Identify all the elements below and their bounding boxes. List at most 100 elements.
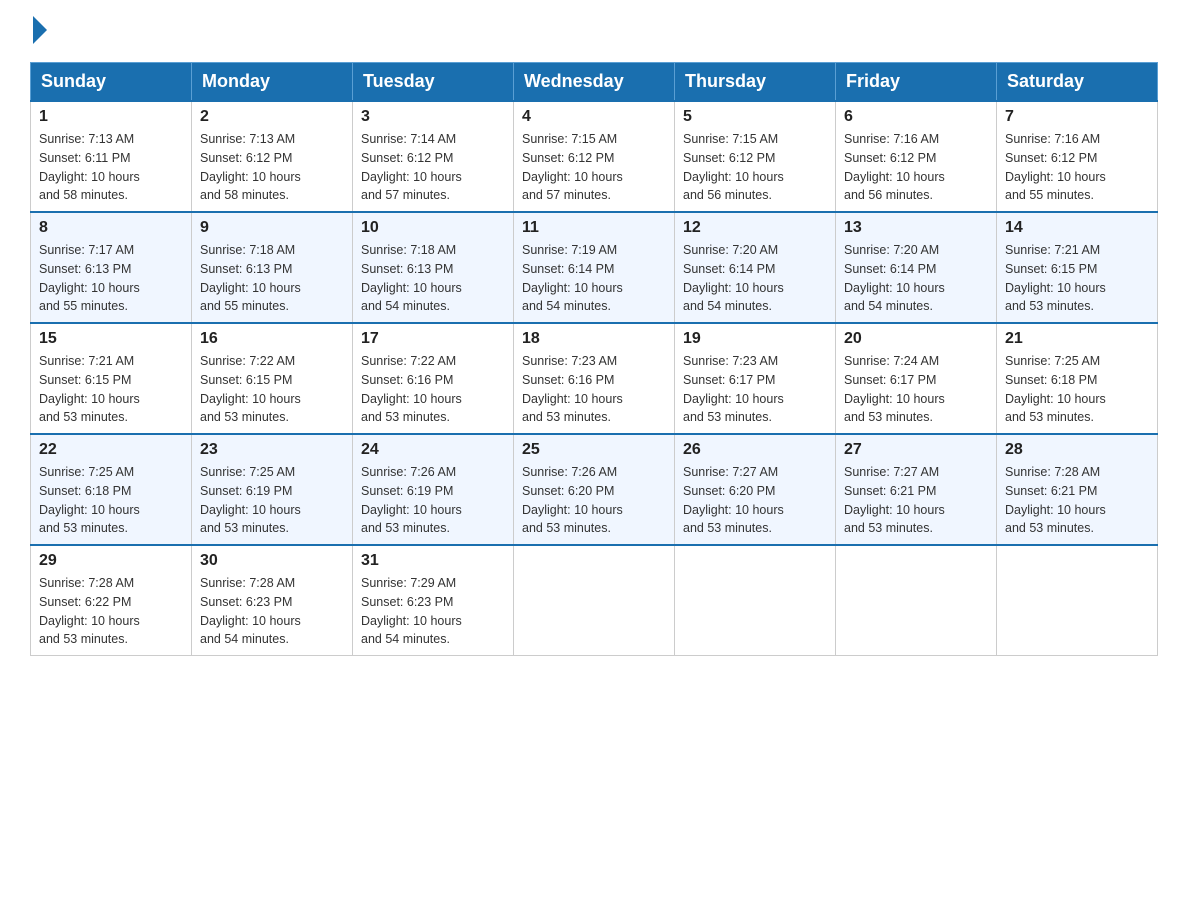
day-number: 27: [844, 441, 988, 459]
day-info: Sunrise: 7:27 AMSunset: 6:21 PMDaylight:…: [844, 463, 988, 538]
day-info: Sunrise: 7:18 AMSunset: 6:13 PMDaylight:…: [361, 241, 505, 316]
day-number: 9: [200, 219, 344, 237]
calendar-cell: 26Sunrise: 7:27 AMSunset: 6:20 PMDayligh…: [675, 434, 836, 545]
day-number: 3: [361, 108, 505, 126]
calendar-cell: 4 Sunrise: 7:15 AMSunset: 6:12 PMDaylight…: [514, 101, 675, 212]
calendar-cell: 13 Sunrise: 7:20 AMSunset: 6:14 PMDayligh…: [836, 212, 997, 323]
calendar-cell: 30Sunrise: 7:28 AMSunset: 6:23 PMDayligh…: [192, 545, 353, 656]
day-info: Sunrise: 7:18 AMSunset: 6:13 PMDaylight:…: [200, 241, 344, 316]
day-number: 12: [683, 219, 827, 237]
calendar-cell: 14 Sunrise: 7:21 AMSunset: 6:15 PMDayligh…: [997, 212, 1158, 323]
week-row-1: 1 Sunrise: 7:13 AMSunset: 6:11 PMDaylight…: [31, 101, 1158, 212]
day-number: 17: [361, 330, 505, 348]
day-number: 7: [1005, 108, 1149, 126]
day-number: 15: [39, 330, 183, 348]
week-row-4: 22 Sunrise: 7:25 AMSunset: 6:18 PMDayligh…: [31, 434, 1158, 545]
day-info: Sunrise: 7:13 AMSunset: 6:11 PMDaylight:…: [39, 130, 183, 205]
calendar-cell: 20Sunrise: 7:24 AMSunset: 6:17 PMDayligh…: [836, 323, 997, 434]
calendar-cell: 12 Sunrise: 7:20 AMSunset: 6:14 PMDayligh…: [675, 212, 836, 323]
day-info: Sunrise: 7:25 AMSunset: 6:18 PMDaylight:…: [39, 463, 183, 538]
calendar-cell: 11 Sunrise: 7:19 AMSunset: 6:14 PMDayligh…: [514, 212, 675, 323]
calendar-cell: 23 Sunrise: 7:25 AMSunset: 6:19 PMDayligh…: [192, 434, 353, 545]
calendar-cell: 3 Sunrise: 7:14 AMSunset: 6:12 PMDaylight…: [353, 101, 514, 212]
calendar-cell: 22 Sunrise: 7:25 AMSunset: 6:18 PMDayligh…: [31, 434, 192, 545]
calendar-cell: 7 Sunrise: 7:16 AMSunset: 6:12 PMDaylight…: [997, 101, 1158, 212]
calendar-cell: [836, 545, 997, 656]
calendar-cell: 6 Sunrise: 7:16 AMSunset: 6:12 PMDaylight…: [836, 101, 997, 212]
calendar-cell: 17 Sunrise: 7:22 AMSunset: 6:16 PMDayligh…: [353, 323, 514, 434]
day-number: 14: [1005, 219, 1149, 237]
day-number: 16: [200, 330, 344, 348]
day-info: Sunrise: 7:25 AMSunset: 6:19 PMDaylight:…: [200, 463, 344, 538]
day-number: 20: [844, 330, 988, 348]
day-info: Sunrise: 7:21 AMSunset: 6:15 PMDaylight:…: [1005, 241, 1149, 316]
day-info: Sunrise: 7:28 AMSunset: 6:22 PMDaylight:…: [39, 574, 183, 649]
calendar-cell: 27 Sunrise: 7:27 AMSunset: 6:21 PMDayligh…: [836, 434, 997, 545]
day-number: 28: [1005, 441, 1149, 459]
calendar-cell: [675, 545, 836, 656]
day-number: 31: [361, 552, 505, 570]
calendar-cell: 16Sunrise: 7:22 AMSunset: 6:15 PMDayligh…: [192, 323, 353, 434]
calendar-cell: 24 Sunrise: 7:26 AMSunset: 6:19 PMDayligh…: [353, 434, 514, 545]
day-number: 24: [361, 441, 505, 459]
calendar-cell: 21 Sunrise: 7:25 AMSunset: 6:18 PMDayligh…: [997, 323, 1158, 434]
day-number: 22: [39, 441, 183, 459]
day-number: 4: [522, 108, 666, 126]
day-number: 21: [1005, 330, 1149, 348]
week-row-5: 29Sunrise: 7:28 AMSunset: 6:22 PMDayligh…: [31, 545, 1158, 656]
calendar-cell: 10 Sunrise: 7:18 AMSunset: 6:13 PMDayligh…: [353, 212, 514, 323]
day-info: Sunrise: 7:20 AMSunset: 6:14 PMDaylight:…: [844, 241, 988, 316]
calendar-cell: 15 Sunrise: 7:21 AMSunset: 6:15 PMDayligh…: [31, 323, 192, 434]
day-number: 25: [522, 441, 666, 459]
day-number: 8: [39, 219, 183, 237]
day-info: Sunrise: 7:16 AMSunset: 6:12 PMDaylight:…: [844, 130, 988, 205]
day-number: 23: [200, 441, 344, 459]
day-number: 6: [844, 108, 988, 126]
day-info: Sunrise: 7:17 AMSunset: 6:13 PMDaylight:…: [39, 241, 183, 316]
day-number: 26: [683, 441, 827, 459]
day-number: 18: [522, 330, 666, 348]
calendar-header-row: SundayMondayTuesdayWednesdayThursdayFrid…: [31, 63, 1158, 102]
day-number: 2: [200, 108, 344, 126]
logo: [30, 20, 47, 44]
day-number: 10: [361, 219, 505, 237]
calendar-cell: 2 Sunrise: 7:13 AMSunset: 6:12 PMDaylight…: [192, 101, 353, 212]
calendar-cell: 9 Sunrise: 7:18 AMSunset: 6:13 PMDaylight…: [192, 212, 353, 323]
calendar-cell: 18 Sunrise: 7:23 AMSunset: 6:16 PMDayligh…: [514, 323, 675, 434]
day-number: 19: [683, 330, 827, 348]
day-info: Sunrise: 7:26 AMSunset: 6:19 PMDaylight:…: [361, 463, 505, 538]
day-info: Sunrise: 7:28 AMSunset: 6:21 PMDaylight:…: [1005, 463, 1149, 538]
calendar-cell: 8 Sunrise: 7:17 AMSunset: 6:13 PMDaylight…: [31, 212, 192, 323]
calendar-cell: 29Sunrise: 7:28 AMSunset: 6:22 PMDayligh…: [31, 545, 192, 656]
day-info: Sunrise: 7:22 AMSunset: 6:16 PMDaylight:…: [361, 352, 505, 427]
calendar-cell: 1 Sunrise: 7:13 AMSunset: 6:11 PMDaylight…: [31, 101, 192, 212]
day-info: Sunrise: 7:19 AMSunset: 6:14 PMDaylight:…: [522, 241, 666, 316]
day-info: Sunrise: 7:20 AMSunset: 6:14 PMDaylight:…: [683, 241, 827, 316]
col-header-saturday: Saturday: [997, 63, 1158, 102]
calendar-table: SundayMondayTuesdayWednesdayThursdayFrid…: [30, 62, 1158, 656]
logo-arrow-icon: [33, 16, 47, 44]
calendar-cell: 25 Sunrise: 7:26 AMSunset: 6:20 PMDayligh…: [514, 434, 675, 545]
day-number: 1: [39, 108, 183, 126]
day-number: 5: [683, 108, 827, 126]
week-row-2: 8 Sunrise: 7:17 AMSunset: 6:13 PMDaylight…: [31, 212, 1158, 323]
calendar-cell: [514, 545, 675, 656]
col-header-tuesday: Tuesday: [353, 63, 514, 102]
day-info: Sunrise: 7:23 AMSunset: 6:16 PMDaylight:…: [522, 352, 666, 427]
week-row-3: 15 Sunrise: 7:21 AMSunset: 6:15 PMDayligh…: [31, 323, 1158, 434]
day-info: Sunrise: 7:26 AMSunset: 6:20 PMDaylight:…: [522, 463, 666, 538]
calendar-cell: 28 Sunrise: 7:28 AMSunset: 6:21 PMDayligh…: [997, 434, 1158, 545]
day-info: Sunrise: 7:15 AMSunset: 6:12 PMDaylight:…: [522, 130, 666, 205]
day-info: Sunrise: 7:13 AMSunset: 6:12 PMDaylight:…: [200, 130, 344, 205]
day-info: Sunrise: 7:14 AMSunset: 6:12 PMDaylight:…: [361, 130, 505, 205]
calendar-cell: 5Sunrise: 7:15 AMSunset: 6:12 PMDaylight…: [675, 101, 836, 212]
day-info: Sunrise: 7:16 AMSunset: 6:12 PMDaylight:…: [1005, 130, 1149, 205]
page-header: [30, 20, 1158, 44]
col-header-wednesday: Wednesday: [514, 63, 675, 102]
day-number: 30: [200, 552, 344, 570]
day-number: 13: [844, 219, 988, 237]
day-number: 11: [522, 219, 666, 237]
day-info: Sunrise: 7:21 AMSunset: 6:15 PMDaylight:…: [39, 352, 183, 427]
col-header-thursday: Thursday: [675, 63, 836, 102]
day-info: Sunrise: 7:25 AMSunset: 6:18 PMDaylight:…: [1005, 352, 1149, 427]
